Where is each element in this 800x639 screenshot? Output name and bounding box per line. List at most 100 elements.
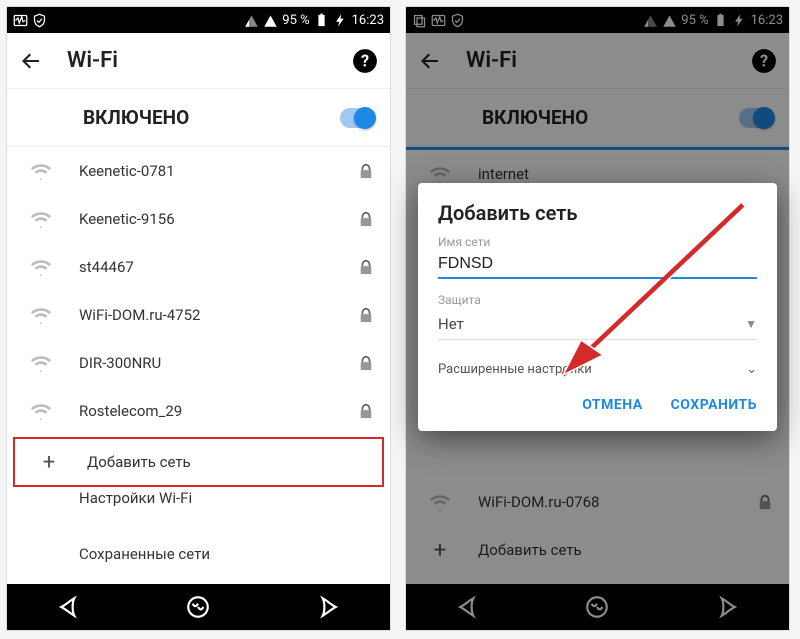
lock-icon	[358, 259, 374, 275]
help-icon[interactable]: ?	[352, 48, 378, 74]
name-field-label: Имя сети	[438, 235, 757, 249]
wifi-icon	[23, 304, 59, 326]
dialog-buttons: ОТМЕНА СОХРАНИТЬ	[438, 391, 757, 421]
network-row[interactable]: Keenetic-0781	[7, 147, 390, 195]
save-button[interactable]: СОХРАНИТЬ	[671, 397, 757, 413]
shield-icon	[450, 13, 465, 28]
security-select[interactable]: Нет ▼	[438, 309, 757, 340]
phone-left: 95 % 16:23 Wi-Fi ? ВКЛЮЧЕНО Keenetic-078…	[6, 6, 391, 631]
activity-icon	[431, 13, 446, 28]
toggle-label: ВКЛЮЧЕНО	[482, 106, 739, 129]
phone-right: 95 % 16:23 Wi-Fi ? ВКЛЮЧЕНО internet WiF…	[405, 6, 790, 631]
toggle-label: ВКЛЮЧЕНО	[83, 106, 340, 129]
chevron-down-icon: ▼	[745, 317, 757, 331]
nav-bar	[7, 584, 390, 630]
wifi-icon	[422, 491, 458, 513]
nav-home-icon[interactable]	[584, 594, 610, 620]
signal-icon-1	[244, 13, 259, 28]
shield-icon	[32, 13, 47, 28]
network-row[interactable]: st44467	[7, 243, 390, 291]
add-network-label: Добавить сеть	[478, 541, 773, 559]
lock-icon	[358, 163, 374, 179]
network-name: st44467	[79, 258, 358, 276]
wifi-icon	[422, 163, 458, 185]
network-list: Keenetic-0781 Keenetic-9156 st44467 WiFi…	[7, 147, 390, 584]
clock: 16:23	[751, 13, 783, 28]
lock-icon	[757, 494, 773, 510]
wifi-toggle-row: ВКЛЮЧЕНО	[406, 89, 789, 147]
network-name-input[interactable]	[438, 251, 757, 279]
nav-back-icon[interactable]	[457, 594, 483, 620]
wifi-icon	[23, 400, 59, 422]
svg-text:?: ?	[361, 51, 369, 70]
plus-icon: +	[31, 450, 67, 475]
battery-percent: 95 %	[681, 13, 708, 28]
svg-text:?: ?	[760, 51, 768, 70]
bolt-icon	[732, 13, 747, 28]
wifi-icon	[23, 352, 59, 374]
nav-recent-icon[interactable]	[712, 594, 738, 620]
security-field-label: Защита	[438, 293, 757, 307]
add-network-dialog: Добавить сеть Имя сети Защита Нет ▼ Расш…	[418, 183, 777, 431]
wifi-icon	[23, 208, 59, 230]
wifi-icon	[23, 256, 59, 278]
activity-icon	[13, 13, 28, 28]
wifi-toggle-row: ВКЛЮЧЕНО	[7, 89, 390, 147]
wifi-switch[interactable]	[340, 108, 374, 128]
nav-bar	[406, 584, 789, 630]
add-network-row[interactable]: + Добавить сеть	[13, 437, 384, 487]
lock-icon	[358, 307, 374, 323]
bolt-icon	[333, 13, 348, 28]
network-row[interactable]: Keenetic-9156	[7, 195, 390, 243]
nav-back-icon[interactable]	[58, 594, 84, 620]
appbar: Wi-Fi ?	[406, 33, 789, 89]
cancel-button[interactable]: ОТМЕНА	[582, 397, 642, 413]
wifi-settings-row[interactable]: Настройки Wi-Fi	[7, 489, 390, 545]
lock-icon	[358, 403, 374, 419]
network-name: WiFi-DOM.ru-4752	[79, 306, 358, 324]
add-network-row[interactable]: + Добавить сеть	[406, 526, 789, 574]
network-name: Rostelecom_29	[79, 402, 358, 420]
saved-networks-row[interactable]: Сохраненные сети 1 сеть	[7, 545, 390, 584]
network-name: Keenetic-9156	[79, 210, 358, 228]
network-name: DIR-300NRU	[79, 354, 358, 372]
network-row[interactable]: Rostelecom_29	[7, 387, 390, 435]
signal-icon-2	[263, 13, 278, 28]
network-row[interactable]: WiFi-DOM.ru-4752	[7, 291, 390, 339]
plus-icon: +	[422, 538, 458, 563]
nav-home-icon[interactable]	[185, 594, 211, 620]
lock-icon	[358, 355, 374, 371]
signal-icon-2	[662, 13, 677, 28]
lock-icon	[358, 211, 374, 227]
signal-icon-1	[643, 13, 658, 28]
wifi-settings-label: Настройки Wi-Fi	[79, 489, 192, 545]
network-row[interactable]: WiFi-DOM.ru-0768	[406, 478, 789, 526]
advanced-settings-expander[interactable]: Расширенные настройки ⌄	[438, 354, 757, 391]
copy-icon	[412, 13, 427, 28]
advanced-label: Расширенные настройки	[438, 362, 746, 377]
saved-networks-label: Сохраненные сети	[79, 545, 210, 584]
status-bar: 95 % 16:23	[7, 7, 390, 33]
appbar: Wi-Fi ?	[7, 33, 390, 89]
wifi-icon	[23, 160, 59, 182]
network-name: internet	[478, 165, 773, 183]
nav-recent-icon[interactable]	[313, 594, 339, 620]
battery-icon	[314, 13, 329, 28]
wifi-switch[interactable]	[739, 108, 773, 128]
help-icon[interactable]: ?	[751, 48, 777, 74]
network-name: Keenetic-0781	[79, 162, 358, 180]
battery-percent: 95 %	[282, 13, 309, 28]
page-title: Wi-Fi	[466, 48, 727, 73]
back-icon[interactable]	[19, 49, 43, 73]
clock: 16:23	[352, 13, 384, 28]
dialog-title: Добавить сеть	[438, 201, 757, 225]
battery-icon	[713, 13, 728, 28]
back-icon[interactable]	[418, 49, 442, 73]
page-title: Wi-Fi	[67, 48, 328, 73]
security-value: Нет	[438, 315, 745, 333]
chevron-down-icon: ⌄	[746, 362, 757, 377]
status-bar: 95 % 16:23	[406, 7, 789, 33]
add-network-label: Добавить сеть	[87, 453, 366, 471]
network-name: WiFi-DOM.ru-0768	[478, 493, 757, 511]
network-row[interactable]: DIR-300NRU	[7, 339, 390, 387]
